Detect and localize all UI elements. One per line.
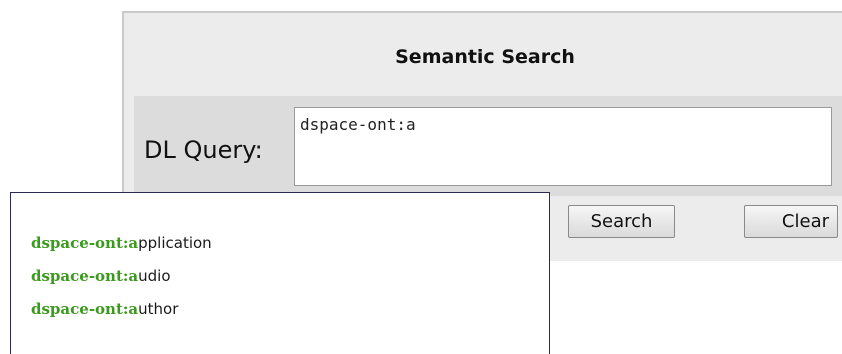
dl-query-label: DL Query: [144, 136, 263, 164]
suggestion-prefix: dspace-ont:a [31, 234, 139, 252]
suggestion-rest: udio [138, 267, 171, 285]
suggestion-prefix: dspace-ont:a [31, 300, 139, 318]
suggestion-item[interactable]: dspace-ont:author [31, 299, 212, 332]
dl-query-input[interactable]: dspace-ont:a [294, 107, 832, 186]
search-button[interactable]: Search [568, 205, 675, 238]
suggestion-item[interactable]: dspace-ont:audio [31, 266, 212, 299]
suggestion-item[interactable]: dspace-ont:application [31, 233, 212, 266]
panel-title: Semantic Search [395, 46, 575, 68]
clear-button[interactable]: Clear [744, 205, 838, 238]
suggestion-rest: uthor [138, 300, 179, 318]
suggestion-rest: pplication [138, 234, 212, 252]
autocomplete-dropdown: dspace-ont:application dspace-ont:audio … [10, 192, 550, 354]
page: Semantic Search DL Query: dspace-ont:a S… [0, 0, 842, 354]
suggestion-list: dspace-ont:application dspace-ont:audio … [31, 233, 212, 332]
suggestion-prefix: dspace-ont:a [31, 267, 139, 285]
